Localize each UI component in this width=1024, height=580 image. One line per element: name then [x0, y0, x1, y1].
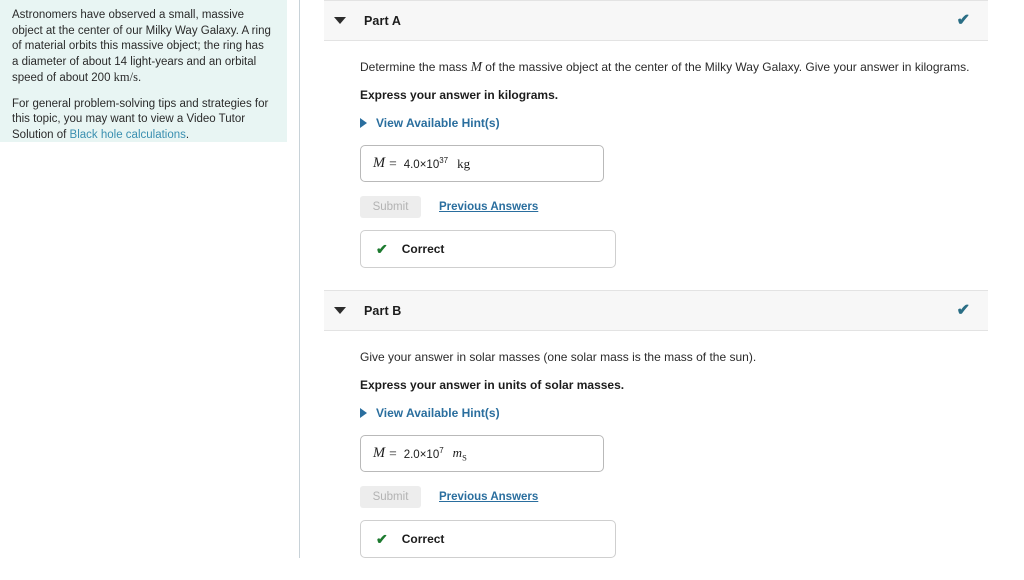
part-b-answer-unit-subscript: S — [462, 452, 467, 462]
part-a-question-text-b: of the massive object at the center of t… — [482, 60, 970, 74]
part-b-status-check-icon: ✔ — [957, 303, 970, 319]
part-a-answer-input[interactable]: M = 4.0×1037 kg — [360, 145, 604, 182]
part-a-header[interactable]: Part A ✔ — [324, 0, 988, 41]
part-b-section: Part B ✔ Give your answer in solar masse… — [324, 290, 988, 558]
part-b-header[interactable]: Part B ✔ — [324, 290, 988, 331]
part-a-answer-mantissa: 4.0×10 — [404, 159, 440, 171]
chevron-right-icon — [360, 118, 367, 128]
problem-statement-panel: Astronomers have observed a small, massi… — [0, 0, 287, 142]
part-a-question-text-a: Determine the mass — [360, 60, 471, 74]
part-a-result-label: Correct — [402, 242, 445, 256]
part-b-result-banner: ✔ Correct — [360, 520, 616, 558]
part-b-hint-label: View Available Hint(s) — [376, 406, 500, 420]
part-b-answer-unit-base: m — [453, 445, 462, 460]
answer-content-area: Part A ✔ Determine the mass M of the mas… — [324, 0, 988, 580]
part-a-title: Part A — [364, 14, 401, 28]
part-a-status-check-icon: ✔ — [957, 13, 970, 29]
problem-paragraph-2-tail: . — [186, 129, 189, 141]
speed-unit-math: km/s — [114, 70, 138, 84]
part-b-answer-input[interactable]: M = 2.0×107 mS — [360, 435, 604, 472]
part-b-view-hints-link[interactable]: View Available Hint(s) — [360, 406, 500, 420]
problem-paragraph-1: Astronomers have observed a small, massi… — [12, 8, 273, 87]
part-a-submit-button[interactable]: Submit — [360, 196, 421, 218]
part-b-instruction: Express your answer in units of solar ma… — [360, 378, 988, 392]
vertical-divider — [299, 0, 300, 558]
part-a-answer-exponent: 37 — [439, 156, 448, 165]
chevron-right-icon — [360, 408, 367, 418]
part-b-answer-variable: M — [373, 445, 385, 462]
part-b-title: Part B — [364, 304, 401, 318]
part-b-submit-button[interactable]: Submit — [360, 486, 421, 508]
part-b-previous-answers-link[interactable]: Previous Answers — [439, 491, 538, 503]
chevron-down-icon[interactable] — [334, 307, 346, 314]
part-b-question: Give your answer in solar masses (one so… — [360, 349, 988, 365]
part-b-question-text-a: Give your answer in solar masses (one so… — [360, 350, 756, 364]
page-root: Astronomers have observed a small, massi… — [0, 0, 1024, 558]
check-icon: ✔ — [376, 532, 388, 546]
part-a-view-hints-link[interactable]: View Available Hint(s) — [360, 116, 500, 130]
part-b-answer-exponent: 7 — [439, 446, 443, 455]
part-a-instruction: Express your answer in kilograms. — [360, 88, 988, 102]
part-b-answer-unit: mS — [453, 445, 467, 463]
part-b-actions: Submit Previous Answers — [360, 486, 988, 508]
part-a-actions: Submit Previous Answers — [360, 196, 988, 218]
problem-paragraph-1-text: Astronomers have observed a small, massi… — [12, 9, 271, 84]
part-b-answer-mantissa: 2.0×10 — [404, 449, 440, 461]
part-b-result-label: Correct — [402, 532, 445, 546]
problem-paragraph-2: For general problem-solving tips and str… — [12, 97, 273, 144]
part-b-body: Give your answer in solar masses (one so… — [324, 331, 988, 558]
part-a-hint-label: View Available Hint(s) — [376, 116, 500, 130]
part-a-answer-value: 4.0×1037 — [404, 156, 448, 171]
check-icon: ✔ — [376, 242, 388, 256]
part-a-answer-variable: M — [373, 155, 385, 172]
part-a-previous-answers-link[interactable]: Previous Answers — [439, 201, 538, 213]
part-a-answer-unit: kg — [457, 156, 470, 172]
chevron-down-icon[interactable] — [334, 17, 346, 24]
black-hole-calculations-link[interactable]: Black hole calculations — [70, 129, 186, 141]
part-b-answer-value: 2.0×107 — [404, 446, 444, 461]
problem-paragraph-1-tail: . — [138, 72, 141, 84]
part-a-question: Determine the mass M of the massive obje… — [360, 59, 988, 75]
part-a-answer-equals: = — [389, 156, 397, 172]
part-a-mass-variable: M — [471, 59, 482, 74]
part-a-section: Part A ✔ Determine the mass M of the mas… — [324, 0, 988, 268]
part-a-body: Determine the mass M of the massive obje… — [324, 41, 988, 268]
part-a-result-banner: ✔ Correct — [360, 230, 616, 268]
part-b-answer-equals: = — [389, 446, 397, 462]
